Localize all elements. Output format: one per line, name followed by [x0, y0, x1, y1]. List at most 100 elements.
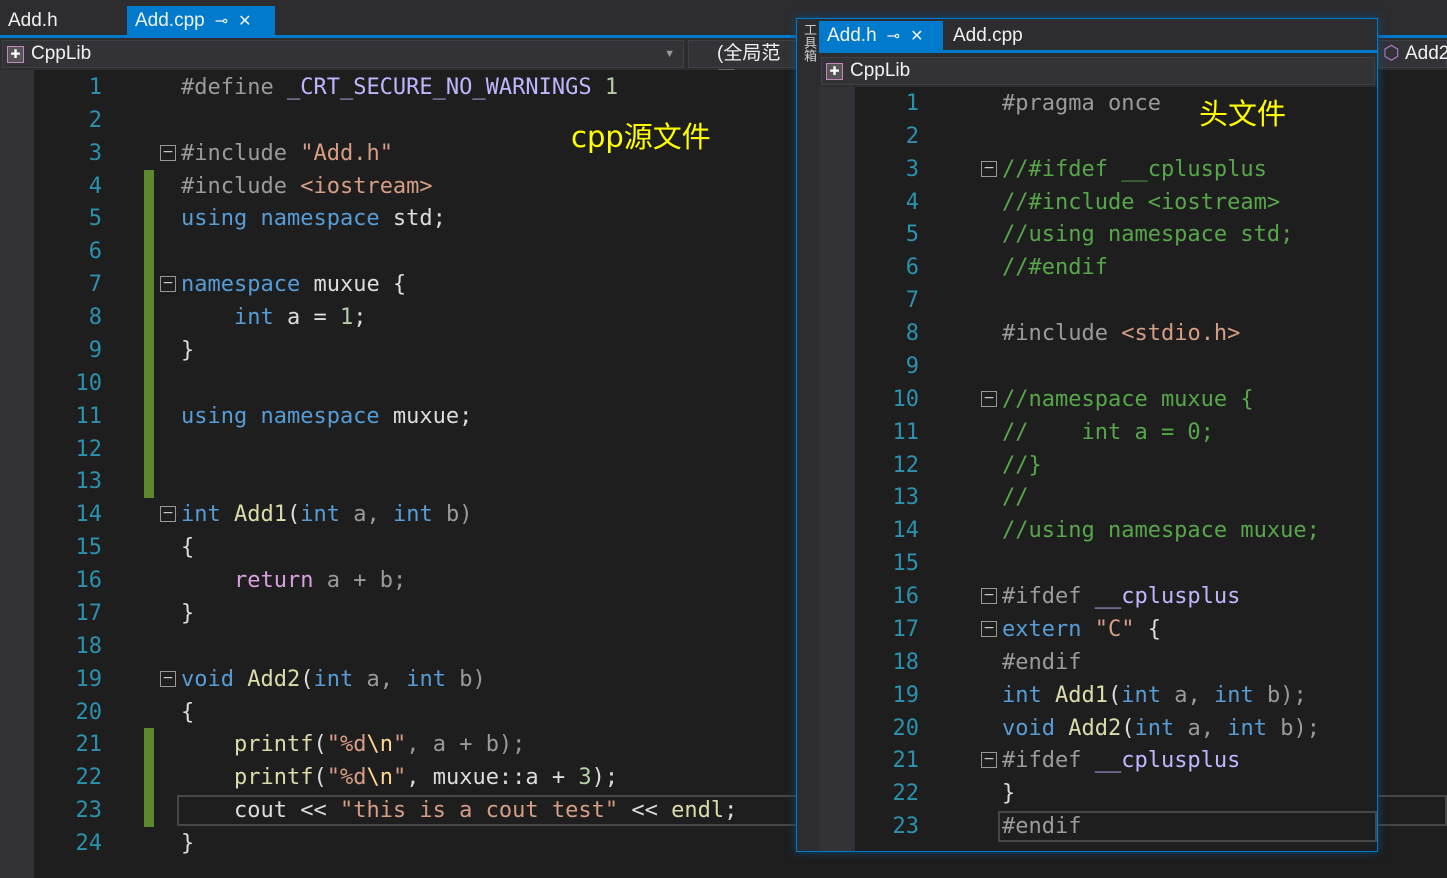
code-line[interactable]: 12 //}: [819, 449, 1377, 482]
code-token: //: [1002, 485, 1029, 511]
line-number: 21: [75, 732, 103, 758]
line-number: 2: [905, 123, 919, 149]
code-text: //#include <iostream>: [1002, 186, 1280, 219]
code-text: #include "Add.h": [181, 137, 393, 170]
line-number: 22: [75, 765, 103, 791]
code-line[interactable]: 20 void Add2(int a, int b);: [819, 712, 1377, 745]
code-token: std;: [379, 206, 446, 232]
code-text: #define _CRT_SECURE_NO_WARNINGS 1: [181, 71, 618, 104]
line-number: 20: [75, 699, 103, 725]
code-line[interactable]: 8 #include <stdio.h>: [819, 317, 1377, 350]
code-line[interactable]: 23 #endif: [819, 810, 1377, 843]
line-number: 15: [75, 535, 103, 561]
project-icon: ✚: [826, 63, 843, 80]
collapse-icon[interactable]: −: [981, 620, 997, 637]
code-token: int: [1121, 682, 1161, 708]
code-token: \n: [366, 732, 393, 758]
code-line[interactable]: 14 //using namespace muxue;: [819, 514, 1377, 547]
code-line[interactable]: 19 int Add1(int a, int b);: [819, 679, 1377, 712]
collapse-icon[interactable]: −: [160, 144, 176, 161]
code-line[interactable]: 11 // int a = 0;: [819, 416, 1377, 449]
code-line[interactable]: 16 − #ifdef __cplusplus: [819, 580, 1377, 613]
code-text: {: [181, 531, 194, 564]
code-text: extern "C" {: [1002, 613, 1161, 646]
annotation-cpp-source: cpp源文件: [571, 120, 711, 154]
code-token: //#include <iostream>: [1002, 189, 1281, 215]
code-line[interactable]: 21 − #ifdef __cplusplus: [819, 744, 1377, 777]
float-code-editor[interactable]: 1 #pragma once 2 3 − // #ifdef __cplusplus 4//#…: [819, 87, 1377, 851]
line-number: 5: [905, 222, 919, 248]
code-token: b): [445, 666, 486, 692]
code-text: #ifdef __cplusplus: [1002, 580, 1240, 613]
code-line[interactable]: 10 −//namespace muxue {: [819, 383, 1377, 416]
collapse-icon[interactable]: −: [160, 506, 176, 523]
tab-add-h[interactable]: Add.h: [0, 6, 126, 35]
collapse-icon[interactable]: −: [160, 276, 176, 293]
collapse-icon[interactable]: −: [981, 160, 997, 177]
code-token: (: [300, 666, 314, 692]
code-token: Add1: [234, 502, 287, 528]
float-tab-add-cpp[interactable]: Add.cpp: [945, 21, 1065, 50]
code-text: #include <stdio.h>: [1002, 317, 1240, 350]
tab-label: Add.h: [827, 25, 877, 46]
code-text: #endif: [1002, 810, 1081, 843]
close-icon[interactable]: ✕: [910, 28, 923, 45]
code-line[interactable]: 4 //#include <iostream>: [819, 186, 1377, 219]
code-line[interactable]: 1 #pragma once: [819, 87, 1377, 120]
code-token: printf: [233, 732, 314, 758]
code-token: #ifdef: [1002, 584, 1095, 610]
float-project-dropdown[interactable]: ✚ CppLib: [821, 57, 1375, 85]
code-line[interactable]: 15: [819, 547, 1377, 580]
line-number: 7: [88, 272, 102, 298]
code-line[interactable]: 2: [819, 120, 1377, 153]
code-line[interactable]: 5 //using namespace std;: [819, 218, 1377, 251]
code-text: int a = 1;: [181, 301, 366, 334]
code-token: "%d: [326, 765, 367, 791]
code-line[interactable]: 17 − extern "C" {: [819, 613, 1377, 646]
code-line[interactable]: 7: [819, 284, 1377, 317]
code-text: //#endif: [1002, 251, 1108, 284]
code-token: b);: [1253, 682, 1307, 708]
code-token: Add2: [247, 666, 301, 692]
member-dropdown[interactable]: ⬡ Add2: [1378, 40, 1447, 68]
code-token: ;: [724, 798, 738, 824]
float-tab-add-h[interactable]: Add.h ⊸ ✕: [819, 21, 943, 50]
code-line[interactable]: 22}: [819, 777, 1377, 810]
code-token: <<: [618, 798, 672, 824]
line-number: 6: [88, 239, 102, 265]
project-name: CppLib: [31, 43, 92, 64]
code-token: 1: [591, 75, 619, 100]
pin-icon[interactable]: ⊸: [887, 28, 900, 45]
tab-label: Add.cpp: [953, 25, 1023, 46]
code-token: a,: [1160, 682, 1214, 708]
project-dropdown[interactable]: ✚ CppLib ▼: [2, 40, 684, 68]
code-line[interactable]: 18 #endif: [819, 646, 1377, 679]
scope-dropdown[interactable]: (全局范围: [688, 40, 798, 90]
line-number: 12: [892, 452, 920, 478]
code-token: a,: [353, 666, 407, 692]
code-line[interactable]: 9: [819, 350, 1377, 383]
pin-icon[interactable]: ⊸: [215, 13, 228, 30]
code-line[interactable]: 3 −//#ifdef __cplusplus: [819, 153, 1377, 186]
tab-add-cpp[interactable]: Add.cpp ⊸ ✕: [127, 6, 275, 35]
code-text: void Add2(int a, int b);: [1002, 712, 1320, 745]
line-number: 3: [905, 156, 919, 182]
code-token: Add2: [1068, 715, 1122, 741]
line-number: 5: [88, 206, 102, 232]
collapse-icon[interactable]: −: [160, 670, 176, 687]
collapse-icon[interactable]: −: [981, 752, 997, 769]
code-text: printf("%d\n", a + b);: [181, 728, 525, 761]
code-line[interactable]: 6 //#endif: [819, 251, 1377, 284]
code-text: #endif: [1002, 646, 1081, 679]
code-token: a,: [1174, 715, 1228, 741]
collapse-icon[interactable]: −: [981, 588, 997, 605]
collapse-icon[interactable]: −: [981, 390, 997, 407]
code-token: (: [1121, 715, 1135, 741]
code-text: }: [181, 334, 194, 367]
code-line[interactable]: 13 //: [819, 481, 1377, 514]
toolbox-side-tab[interactable]: 工具箱: [797, 19, 819, 851]
close-icon[interactable]: ✕: [238, 13, 251, 30]
